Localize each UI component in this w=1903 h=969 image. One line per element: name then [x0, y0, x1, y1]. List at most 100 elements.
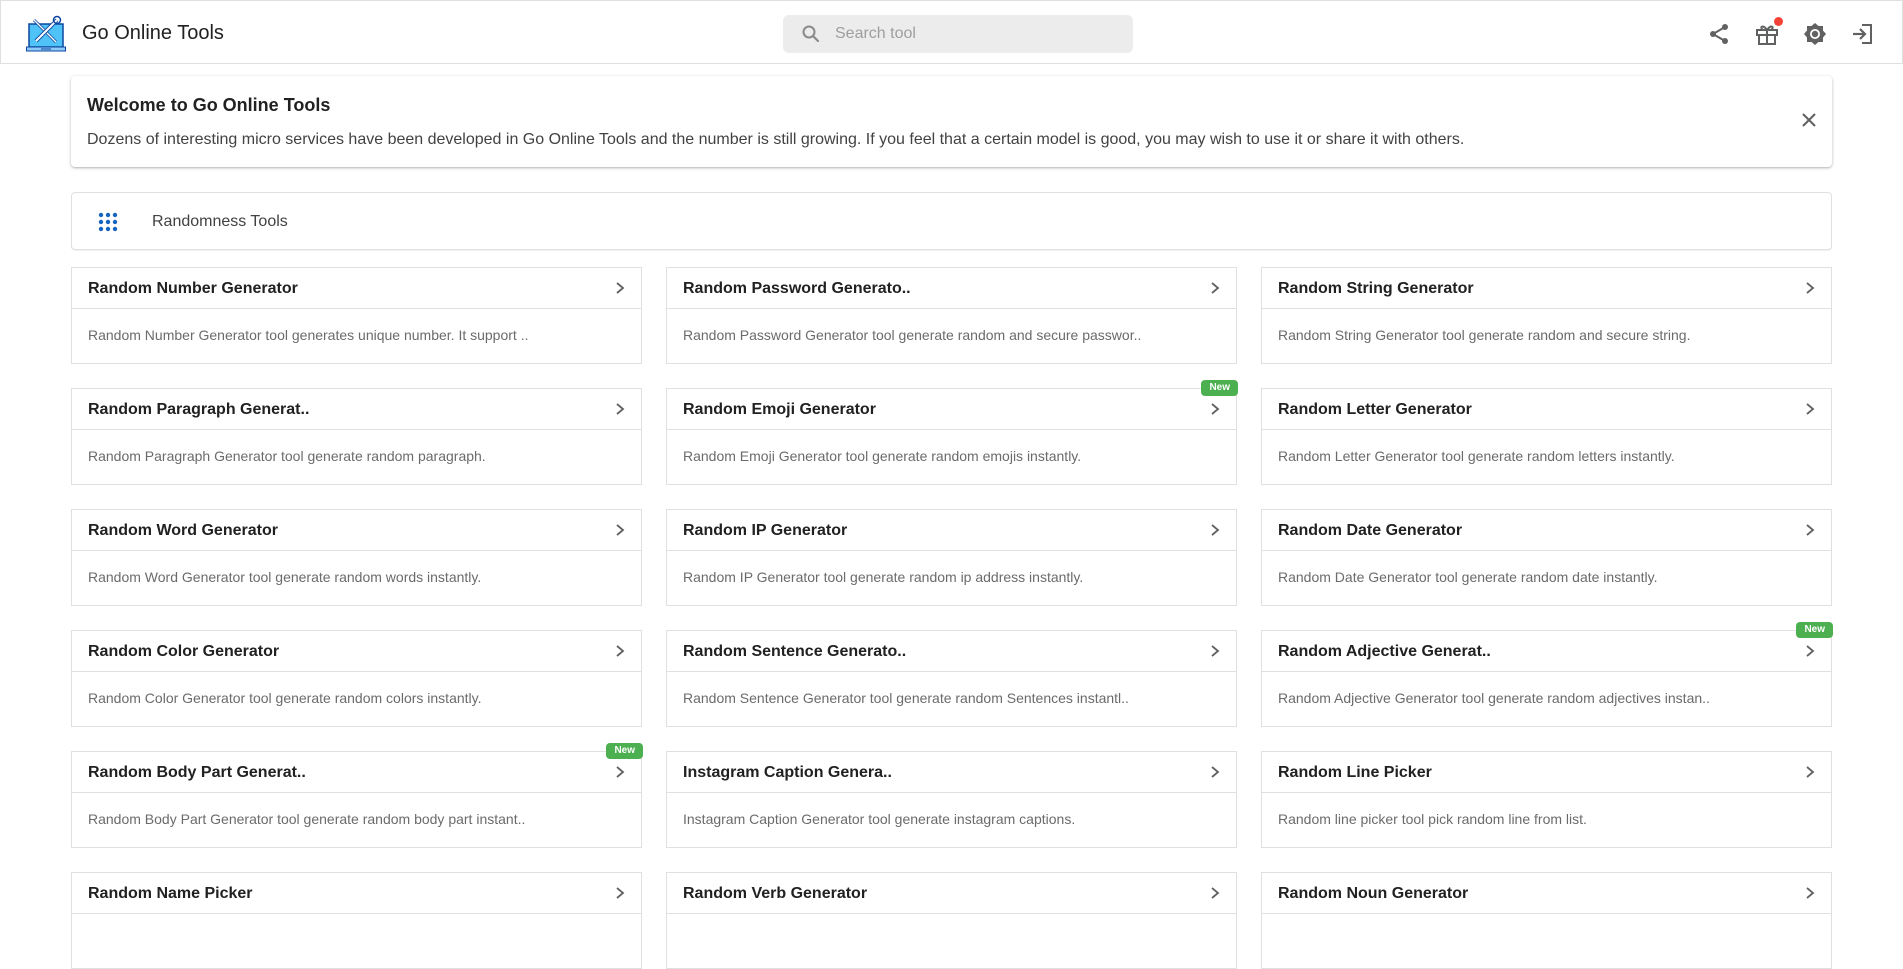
tool-card-header[interactable]: Random Name Picker [72, 873, 641, 914]
category-label: Randomness Tools [152, 213, 288, 230]
tool-card[interactable]: Random Word Generator Random Word Generat… [71, 509, 642, 606]
new-badge: New [1796, 622, 1833, 638]
tool-description: Random Emoji Generator tool generate ran… [683, 448, 1082, 464]
tool-description: Random IP Generator tool generate random… [683, 569, 1084, 585]
tool-card-header[interactable]: Random String Generator [1262, 268, 1831, 309]
tool-card[interactable]: Random Verb Generator [666, 872, 1237, 969]
tool-card[interactable]: Random String Generator Random String Gen… [1261, 267, 1832, 364]
chevron-right-icon[interactable] [613, 402, 627, 416]
tool-card-header[interactable]: Random Letter Generator [1262, 389, 1831, 430]
tool-card[interactable]: Random Line Picker Random line picker too… [1261, 751, 1832, 848]
tool-card[interactable]: Random Color Generator Random Color Gener… [71, 630, 642, 727]
chevron-right-icon[interactable] [1803, 402, 1817, 416]
chevron-right-icon[interactable] [1208, 644, 1222, 658]
tool-title: Random Password Generato.. [683, 280, 911, 297]
tool-card-header[interactable]: Random IP Generator [667, 510, 1236, 551]
top-app-bar: Go Online Tools [0, 0, 1903, 64]
chevron-right-icon[interactable] [613, 886, 627, 900]
chevron-right-icon[interactable] [613, 523, 627, 537]
tool-card-header[interactable]: Random Number Generator [72, 268, 641, 309]
tool-card-header[interactable]: Random Adjective Generat.. [1262, 631, 1831, 672]
tool-card[interactable]: Random Adjective Generat.. Random Adjecti… [1261, 622, 1833, 727]
tool-card-header[interactable]: Random Line Picker [1262, 752, 1831, 793]
search-box[interactable] [783, 15, 1133, 53]
tool-title: Random Letter Generator [1278, 401, 1472, 418]
chevron-right-icon[interactable] [613, 765, 627, 779]
chevron-right-icon[interactable] [1208, 523, 1222, 537]
tool-card[interactable]: Random IP Generator Random IP Generator t… [666, 509, 1237, 606]
tool-card-header[interactable]: Random Emoji Generator [667, 389, 1236, 430]
tool-title: Random Name Picker [88, 885, 253, 902]
tool-description: Random Password Generator tool generate … [683, 327, 1142, 343]
chevron-right-icon[interactable] [613, 644, 627, 658]
tool-description: Random Date Generator tool generate rand… [1278, 569, 1658, 585]
brightness-icon [1802, 23, 1828, 51]
tool-description: Random Word Generator tool generate rand… [88, 569, 482, 585]
notification-dot [1774, 17, 1783, 26]
tool-description: Random Color Generator tool generate ran… [88, 690, 482, 706]
tool-card[interactable]: Random Sentence Generato.. Random Sentenc… [666, 630, 1237, 727]
tool-title: Random Line Picker [1278, 764, 1432, 781]
tool-card-header[interactable]: Random Sentence Generato.. [667, 631, 1236, 672]
laptop-tools-logo-icon[interactable] [26, 14, 66, 53]
tool-card-header[interactable]: Random Verb Generator [667, 873, 1236, 914]
tool-card[interactable]: Random Date Generator Random Date Generat… [1261, 509, 1832, 606]
tool-card-header[interactable]: Random Paragraph Generat.. [72, 389, 641, 430]
tool-title: Random Date Generator [1278, 522, 1463, 539]
tool-card-header[interactable]: Random Word Generator [72, 510, 641, 551]
chevron-right-icon[interactable] [1208, 765, 1222, 779]
tool-card-header[interactable]: Random Noun Generator [1262, 873, 1831, 914]
tool-card[interactable]: Random Body Part Generat.. Random Body Pa… [71, 743, 643, 848]
tool-card[interactable]: Random Password Generato.. Random Passwor… [666, 267, 1237, 364]
chevron-right-icon[interactable] [1208, 281, 1222, 295]
tool-title: Instagram Caption Genera.. [683, 764, 892, 781]
search-icon [801, 24, 821, 44]
tool-title: Random Body Part Generat.. [88, 764, 306, 781]
new-badge: New [606, 743, 643, 759]
theme-toggle-button[interactable] [1802, 21, 1828, 47]
chevron-right-icon[interactable] [1803, 644, 1817, 658]
tool-card-header[interactable]: Random Date Generator [1262, 510, 1831, 551]
new-badge: New [1201, 380, 1238, 396]
tool-card[interactable]: Random Noun Generator [1261, 872, 1832, 969]
chevron-right-icon[interactable] [1803, 523, 1817, 537]
search-input[interactable] [835, 15, 1115, 53]
login-icon [1850, 24, 1876, 51]
tool-card[interactable]: Random Number Generator Random Number Gen… [71, 267, 642, 364]
app-title[interactable]: Go Online Tools [82, 22, 224, 45]
tool-title: Random Color Generator [88, 643, 280, 660]
tool-title: Random String Generator [1278, 280, 1474, 297]
tool-card-header[interactable]: Random Password Generato.. [667, 268, 1236, 309]
tool-title: Random Adjective Generat.. [1278, 643, 1491, 660]
tool-title: Random Noun Generator [1278, 885, 1469, 902]
tool-card-header[interactable]: Instagram Caption Genera.. [667, 752, 1236, 793]
apps-grid-icon [98, 212, 118, 232]
gift-icon [1754, 25, 1780, 51]
share-button[interactable] [1706, 21, 1732, 47]
tool-description: Random Sentence Generator tool generate … [683, 690, 1129, 706]
chevron-right-icon[interactable] [1208, 402, 1222, 416]
category-header[interactable]: Randomness Tools [71, 192, 1832, 250]
tool-description: Random Adjective Generator tool generate… [1278, 690, 1710, 706]
welcome-text: Dozens of interesting micro services hav… [87, 131, 1465, 148]
tool-title: Random Paragraph Generat.. [88, 401, 310, 418]
gift-button[interactable] [1754, 17, 1783, 47]
login-button[interactable] [1850, 21, 1876, 47]
chevron-right-icon[interactable] [1803, 281, 1817, 295]
tool-card[interactable]: Random Paragraph Generat.. Random Paragra… [71, 388, 642, 485]
chevron-right-icon[interactable] [1803, 765, 1817, 779]
close-banner-button[interactable] [1798, 109, 1820, 131]
tool-card[interactable]: Random Letter Generator Random Letter Gen… [1261, 388, 1832, 485]
tool-card[interactable]: Random Name Picker [71, 872, 642, 969]
tool-description: Random Letter Generator tool generate ra… [1278, 448, 1675, 464]
chevron-right-icon[interactable] [1208, 886, 1222, 900]
tool-card[interactable]: Instagram Caption Genera.. Instagram Capt… [666, 751, 1237, 848]
tool-card[interactable]: Random Emoji Generator Random Emoji Gener… [666, 380, 1238, 485]
tool-title: Random Sentence Generato.. [683, 643, 907, 660]
chevron-right-icon[interactable] [1803, 886, 1817, 900]
tool-card-header[interactable]: Random Color Generator [72, 631, 641, 672]
chevron-right-icon[interactable] [613, 281, 627, 295]
tool-title: Random Number Generator [88, 280, 298, 297]
tool-description: Random line picker tool pick random line… [1278, 811, 1587, 827]
tool-card-header[interactable]: Random Body Part Generat.. [72, 752, 641, 793]
